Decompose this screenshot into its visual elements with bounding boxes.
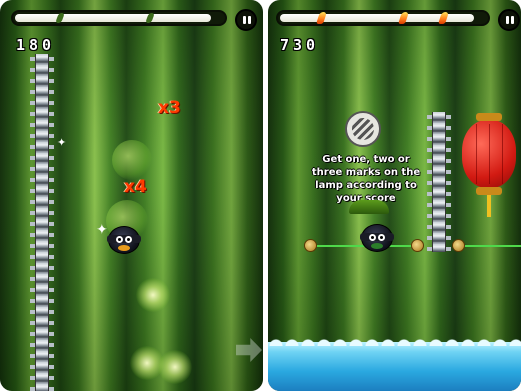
spike-chain-icon [427,112,451,252]
glowing-firefly [136,278,170,312]
rope-peg [304,239,317,252]
tightrope [457,245,521,247]
score-multiplier: x4 [124,177,147,197]
game-screen-right: 730 Get one, two or three marks on the l… [268,0,521,391]
glowing-firefly [158,350,192,384]
ninja-character-icon [360,224,394,252]
level-progress-bar [276,10,490,26]
rope-peg [411,239,424,252]
pause-button[interactable] [235,9,257,31]
level-progress-bar [11,10,227,26]
next-arrow-icon[interactable] [236,338,262,362]
lantern-tassel [487,195,491,217]
spike-chain-icon [30,54,54,391]
umbrella-icon [349,200,389,214]
tutorial-hint-text: Get one, two or three marks on the lamp … [311,154,421,204]
pause-button[interactable] [498,9,520,31]
score-multiplier: x3 [158,98,181,118]
sparkle-icon: ✦ [57,136,67,149]
score-display: 180 [16,36,56,54]
paper-lantern-icon [462,113,516,195]
game-screen-left: 180 x3 x4 ✦ ✦ [0,0,263,391]
rope-peg [452,239,465,252]
ninja-character-icon [107,226,141,254]
score-display: 730 [280,36,320,54]
striped-ball-icon [345,111,381,147]
water-hazard [268,336,521,391]
sparkle-icon: ✦ [96,222,108,238]
firefly-orb [112,140,152,180]
